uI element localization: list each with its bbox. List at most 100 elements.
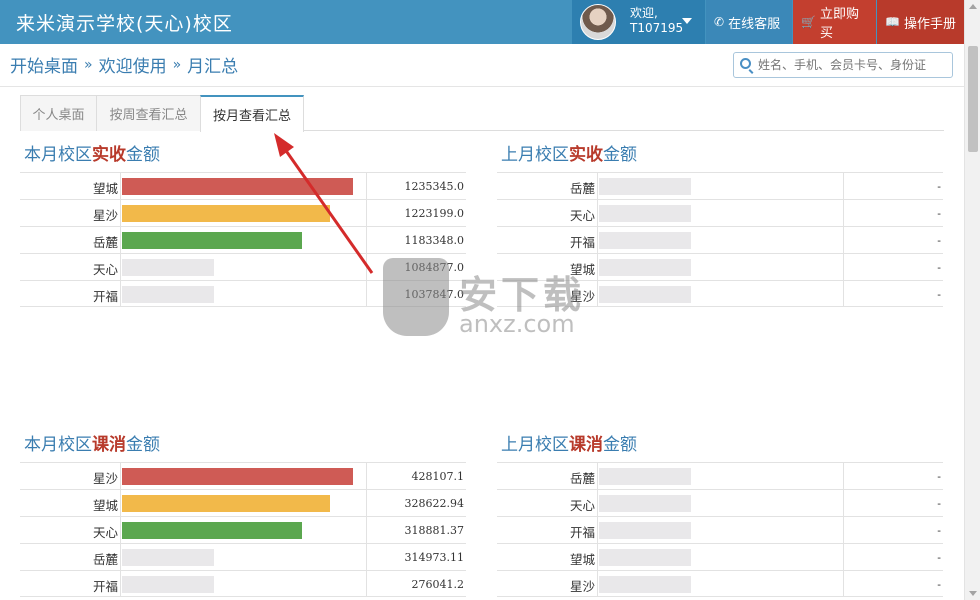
campus-name: 开福 (569, 525, 595, 540)
tab-weekly-summary[interactable]: 按周查看汇总 (96, 95, 201, 131)
book-icon: 📖 (885, 15, 900, 29)
table-row: 天心 - (497, 199, 943, 226)
cell-divider (366, 571, 367, 597)
cell-divider (120, 200, 121, 226)
welcome-text: 欢迎, T107195 (630, 6, 683, 36)
breadcrumb-separator: » (84, 56, 93, 73)
manual-button[interactable]: 📖 操作手册 (877, 0, 964, 44)
campus-name: 望城 (569, 552, 595, 567)
user-menu[interactable]: 欢迎, T107195 (572, 0, 705, 44)
cell-divider (120, 544, 121, 570)
table-row: 岳麓 - (497, 462, 943, 489)
amount-value: 276041.2 (411, 578, 465, 591)
cell-divider (843, 571, 844, 597)
panel-title-last-month-consume: 上月校区课消金额 (501, 430, 637, 455)
campus-name: 岳麓 (92, 235, 118, 250)
title-prefix: 本月校区 (24, 145, 92, 165)
panel-title-last-month-actual: 上月校区实收金额 (501, 140, 637, 165)
tab-bar: 个人桌面 按周查看汇总 按月查看汇总 (20, 95, 944, 132)
top-header-bar: 来米演示学校(天心)校区 欢迎, T107195 ✆ 在线客服 🛒 立即购买 📖… (0, 0, 964, 44)
tab-personal-desktop[interactable]: 个人桌面 (20, 95, 97, 131)
watermark-domain: anxz.com (459, 310, 575, 338)
cell-divider (120, 173, 121, 199)
title-suffix: 金额 (126, 435, 160, 455)
amount-bar (599, 205, 691, 222)
title-highlight: 实收 (569, 145, 603, 165)
vertical-scrollbar[interactable] (964, 0, 980, 600)
amount-bar (122, 495, 330, 512)
campus-name: 岳麓 (569, 471, 595, 486)
cell-divider (597, 200, 598, 226)
cell-divider (366, 490, 367, 516)
online-service-button[interactable]: ✆ 在线客服 (706, 0, 792, 44)
amount-bar (599, 259, 691, 276)
cell-divider (597, 490, 598, 516)
scroll-down-icon[interactable] (969, 591, 977, 596)
amount-value: - (937, 207, 941, 220)
welcome-greeting: 欢迎, (630, 6, 658, 20)
amount-bar (122, 522, 302, 539)
amount-value: 318881.37 (404, 524, 465, 537)
scroll-up-icon[interactable] (969, 4, 977, 9)
table-row: 天心 - (497, 489, 943, 516)
cell-divider (843, 173, 844, 199)
cell-divider (597, 173, 598, 199)
cell-divider (120, 254, 121, 280)
cell-divider (597, 227, 598, 253)
title-prefix: 本月校区 (24, 435, 92, 455)
table-row: 开福 - (497, 226, 943, 253)
campus-name: 星沙 (569, 579, 595, 594)
table-row: 开福 276041.2 (20, 570, 466, 597)
title-highlight: 实收 (92, 145, 126, 165)
amount-value: 314973.11 (404, 551, 465, 564)
table-row: 望城 - (497, 543, 943, 570)
amount-bar (122, 259, 214, 276)
cell-divider (120, 571, 121, 597)
amount-bar (599, 178, 691, 195)
campus-name: 天心 (569, 208, 595, 223)
breadcrumb-home[interactable]: 开始桌面 (10, 52, 78, 77)
cell-divider (120, 517, 121, 543)
campus-name: 天心 (92, 525, 118, 540)
table-row: 天心 318881.37 (20, 516, 466, 543)
search-box[interactable] (733, 52, 953, 78)
amount-bar (122, 286, 214, 303)
amount-bar (599, 232, 691, 249)
cell-divider (843, 281, 844, 307)
cell-divider (366, 544, 367, 570)
cell-divider (120, 490, 121, 516)
cell-divider (597, 544, 598, 570)
scroll-thumb[interactable] (968, 46, 978, 152)
campus-name: 开福 (92, 289, 118, 304)
avatar[interactable] (580, 4, 616, 40)
online-service-label: 在线客服 (728, 16, 781, 32)
table-row: 星沙 1223199.0 (20, 199, 466, 226)
title-prefix: 上月校区 (501, 145, 569, 165)
cell-divider (597, 517, 598, 543)
panel-title-this-month-actual: 本月校区实收金额 (24, 140, 160, 165)
campus-name: 望城 (92, 498, 118, 513)
search-input[interactable] (758, 56, 948, 74)
table-row: 岳麓 - (497, 172, 943, 199)
buy-now-label: 立即购买 (819, 7, 859, 41)
manual-label: 操作手册 (903, 16, 956, 32)
chevron-down-icon[interactable] (682, 18, 692, 24)
cell-divider (843, 254, 844, 280)
buy-now-button[interactable]: 🛒 立即购买 (793, 0, 876, 44)
campus-name: 开福 (569, 235, 595, 250)
title-highlight: 课消 (569, 435, 603, 455)
breadcrumb-separator: » (172, 56, 182, 73)
amount-value: 428107.1 (411, 470, 465, 483)
cell-divider (597, 281, 598, 307)
campus-name: 星沙 (92, 471, 118, 486)
title-suffix: 金额 (603, 435, 637, 455)
last-month-consume-table: 岳麓 - 天心 - 开福 - 望城 - 星沙 - (497, 462, 943, 597)
amount-bar (599, 522, 691, 539)
cell-divider (843, 517, 844, 543)
cell-divider (843, 200, 844, 226)
table-row: 星沙 - (497, 570, 943, 597)
amount-value: - (937, 261, 941, 274)
cell-divider (843, 463, 844, 489)
breadcrumb-welcome[interactable]: 欢迎使用 (99, 52, 167, 77)
amount-bar (122, 468, 353, 485)
